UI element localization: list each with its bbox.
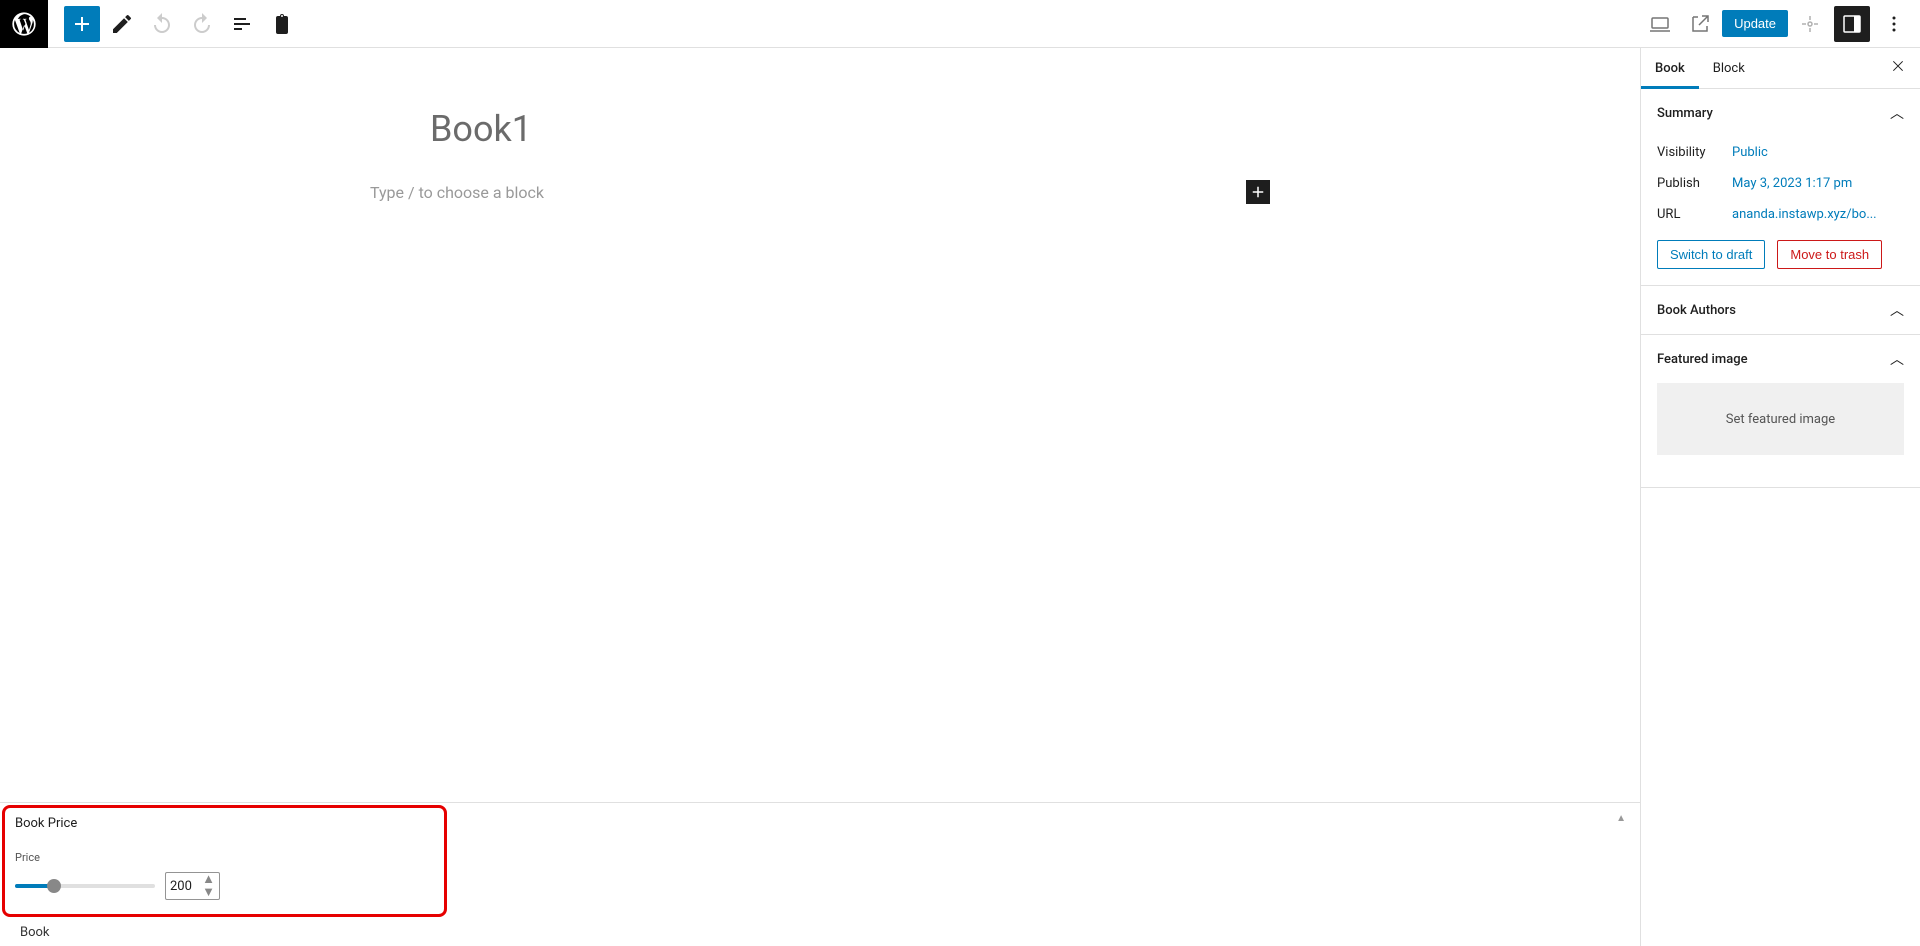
chevron-up-icon: ︿ bbox=[1890, 349, 1904, 369]
url-row: URL ananda.instawp.xyz/bo... bbox=[1657, 199, 1904, 230]
editor-canvas: Book1 Type / to choose a block bbox=[0, 48, 1640, 802]
puzzle-icon bbox=[1798, 12, 1822, 36]
visibility-row: Visibility Public bbox=[1657, 137, 1904, 168]
undo-icon bbox=[150, 12, 174, 36]
external-link-icon bbox=[1688, 12, 1712, 36]
laptop-icon bbox=[1648, 12, 1672, 36]
plus-icon bbox=[1249, 183, 1267, 201]
move-to-trash-button[interactable]: Move to trash bbox=[1777, 240, 1882, 269]
list-icon bbox=[230, 12, 254, 36]
toolbar-right-group: Update bbox=[1642, 6, 1920, 42]
tools-button[interactable] bbox=[104, 6, 140, 42]
wordpress-icon bbox=[10, 10, 38, 38]
sidebar-tabs: Book Block bbox=[1641, 48, 1920, 89]
details-button[interactable] bbox=[264, 6, 300, 42]
summary-title: Summary bbox=[1657, 106, 1713, 121]
collapse-meta-panel[interactable]: ▲ bbox=[1616, 813, 1626, 824]
jetpack-button[interactable] bbox=[1792, 6, 1828, 42]
document-overview-button[interactable] bbox=[224, 6, 260, 42]
wordpress-logo[interactable] bbox=[0, 0, 48, 48]
clipboard-icon bbox=[270, 12, 294, 36]
price-controls: 200 ▲ ▼ bbox=[15, 872, 434, 900]
slider-thumb bbox=[47, 879, 61, 893]
undo-button[interactable] bbox=[144, 6, 180, 42]
book-authors-header[interactable]: Book Authors ︿ bbox=[1641, 286, 1920, 334]
top-toolbar: Update bbox=[0, 0, 1920, 48]
empty-block-row: Type / to choose a block bbox=[370, 180, 1270, 204]
sidebar-panel-icon bbox=[1840, 12, 1864, 36]
chevron-up-icon: ︿ bbox=[1890, 300, 1904, 320]
redo-icon bbox=[190, 12, 214, 36]
chevron-up-icon: ︿ bbox=[1890, 103, 1904, 123]
summary-panel: Summary ︿ Visibility Public Publish May … bbox=[1641, 89, 1920, 286]
pencil-icon bbox=[110, 12, 134, 36]
book-price-title: Book Price bbox=[15, 816, 434, 831]
redo-button[interactable] bbox=[184, 6, 220, 42]
kebab-icon bbox=[1882, 12, 1906, 36]
number-spinners[interactable]: ▲ ▼ bbox=[202, 873, 215, 899]
block-inserter-toggle[interactable] bbox=[64, 6, 100, 42]
url-value[interactable]: ananda.instawp.xyz/bo... bbox=[1732, 207, 1877, 222]
featured-image-title: Featured image bbox=[1657, 352, 1748, 367]
featured-image-body: Set featured image bbox=[1641, 383, 1920, 487]
featured-image-header[interactable]: Featured image ︿ bbox=[1641, 335, 1920, 383]
settings-sidebar: Book Block Summary ︿ Visibility Public P… bbox=[1640, 48, 1920, 946]
publish-label: Publish bbox=[1657, 176, 1732, 191]
summary-header[interactable]: Summary ︿ bbox=[1641, 89, 1920, 137]
title-area: Book1 bbox=[370, 108, 1270, 150]
price-slider[interactable] bbox=[15, 876, 155, 896]
meta-fields-panel: ▲ Book Price Price 200 ▲ ▼ bbox=[0, 802, 1640, 946]
price-field-label: Price bbox=[15, 851, 434, 864]
featured-image-panel: Featured image ︿ Set featured image bbox=[1641, 335, 1920, 488]
preview-button[interactable] bbox=[1682, 6, 1718, 42]
options-menu-button[interactable] bbox=[1876, 6, 1912, 42]
tab-block[interactable]: Block bbox=[1699, 49, 1759, 88]
switch-to-draft-button[interactable]: Switch to draft bbox=[1657, 240, 1765, 269]
toolbar-left-group bbox=[0, 0, 302, 47]
url-label: URL bbox=[1657, 207, 1732, 222]
price-number-input[interactable]: 200 ▲ ▼ bbox=[165, 872, 220, 900]
visibility-label: Visibility bbox=[1657, 145, 1732, 160]
visibility-value[interactable]: Public bbox=[1732, 145, 1768, 160]
publish-value[interactable]: May 3, 2023 1:17 pm bbox=[1732, 176, 1852, 191]
add-block-button[interactable] bbox=[1246, 180, 1270, 204]
summary-body: Visibility Public Publish May 3, 2023 1:… bbox=[1641, 137, 1920, 285]
close-icon bbox=[1890, 58, 1906, 74]
price-value: 200 bbox=[170, 879, 202, 894]
book-authors-panel: Book Authors ︿ bbox=[1641, 286, 1920, 335]
editor-area: Book1 Type / to choose a block ▲ Book Pr… bbox=[0, 48, 1640, 946]
update-button[interactable]: Update bbox=[1722, 10, 1788, 37]
summary-actions: Switch to draft Move to trash bbox=[1657, 240, 1904, 269]
set-featured-image-button[interactable]: Set featured image bbox=[1657, 383, 1904, 455]
plus-icon bbox=[70, 12, 94, 36]
publish-row: Publish May 3, 2023 1:17 pm bbox=[1657, 168, 1904, 199]
view-button[interactable] bbox=[1642, 6, 1678, 42]
book-price-section: Book Price Price 200 ▲ ▼ bbox=[2, 805, 447, 917]
settings-sidebar-toggle[interactable] bbox=[1834, 6, 1870, 42]
block-placeholder-text[interactable]: Type / to choose a block bbox=[370, 183, 544, 202]
tab-post[interactable]: Book bbox=[1641, 49, 1699, 88]
spinner-down-icon: ▼ bbox=[202, 886, 215, 899]
block-breadcrumb[interactable]: Book bbox=[0, 919, 1640, 946]
book-authors-title: Book Authors bbox=[1657, 303, 1736, 318]
post-title[interactable]: Book1 bbox=[430, 108, 1210, 150]
close-sidebar-button[interactable] bbox=[1876, 48, 1920, 88]
main-layout: Book1 Type / to choose a block ▲ Book Pr… bbox=[0, 48, 1920, 946]
